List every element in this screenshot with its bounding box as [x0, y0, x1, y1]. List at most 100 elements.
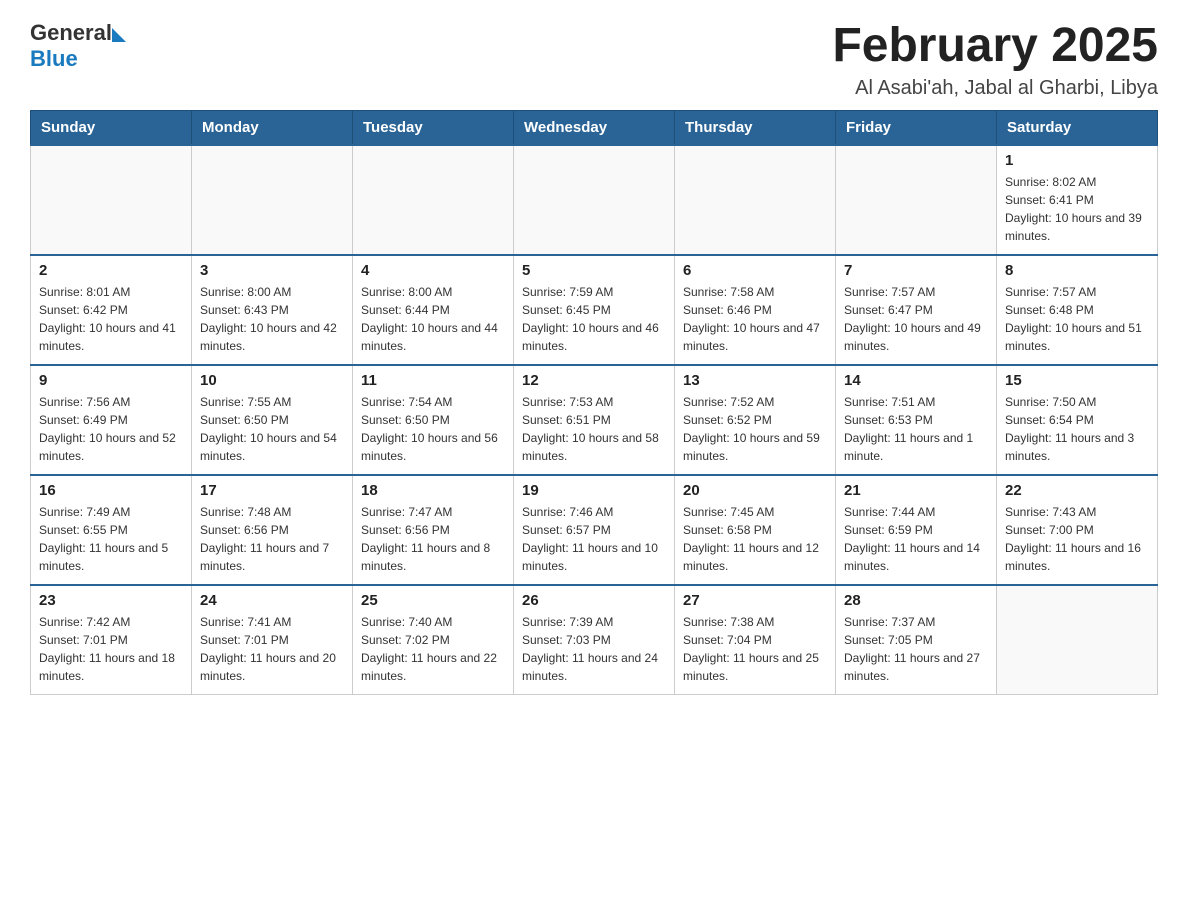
- day-number: 1: [1005, 152, 1149, 169]
- header-cell-thursday: Thursday: [675, 110, 836, 145]
- day-info: Sunrise: 7:41 AMSunset: 7:01 PMDaylight:…: [200, 613, 344, 685]
- calendar-cell: 11 Sunrise: 7:54 AMSunset: 6:50 PMDayligh…: [353, 365, 514, 475]
- day-info: Sunrise: 7:53 AMSunset: 6:51 PMDaylight:…: [522, 393, 666, 465]
- day-number: 13: [683, 372, 827, 389]
- day-info: Sunrise: 7:39 AMSunset: 7:03 PMDaylight:…: [522, 613, 666, 685]
- day-info: Sunrise: 7:40 AMSunset: 7:02 PMDaylight:…: [361, 613, 505, 685]
- day-number: 4: [361, 262, 505, 279]
- logo-triangle-icon: [112, 28, 126, 42]
- month-title: February 2025: [832, 20, 1158, 73]
- day-info: Sunrise: 7:48 AMSunset: 6:56 PMDaylight:…: [200, 503, 344, 575]
- calendar-cell: 13 Sunrise: 7:52 AMSunset: 6:52 PMDayligh…: [675, 365, 836, 475]
- day-number: 11: [361, 372, 505, 389]
- calendar-cell: 8 Sunrise: 7:57 AMSunset: 6:48 PMDaylight…: [997, 255, 1158, 365]
- day-number: 24: [200, 592, 344, 609]
- calendar-cell: 27 Sunrise: 7:38 AMSunset: 7:04 PMDayligh…: [675, 585, 836, 695]
- calendar-cell: 23 Sunrise: 7:42 AMSunset: 7:01 PMDayligh…: [31, 585, 192, 695]
- calendar-cell: 26 Sunrise: 7:39 AMSunset: 7:03 PMDayligh…: [514, 585, 675, 695]
- calendar-cell: 1Sunrise: 8:02 AMSunset: 6:41 PMDaylight…: [997, 145, 1158, 255]
- calendar-cell: 28 Sunrise: 7:37 AMSunset: 7:05 PMDayligh…: [836, 585, 997, 695]
- day-number: 12: [522, 372, 666, 389]
- day-info: Sunrise: 7:44 AMSunset: 6:59 PMDaylight:…: [844, 503, 988, 575]
- day-number: 2: [39, 262, 183, 279]
- day-info: Sunrise: 7:43 AMSunset: 7:00 PMDaylight:…: [1005, 503, 1149, 575]
- day-number: 14: [844, 372, 988, 389]
- calendar-cell: [836, 145, 997, 255]
- day-info: Sunrise: 7:59 AMSunset: 6:45 PMDaylight:…: [522, 283, 666, 355]
- calendar-cell: 12 Sunrise: 7:53 AMSunset: 6:51 PMDayligh…: [514, 365, 675, 475]
- day-info: Sunrise: 7:50 AMSunset: 6:54 PMDaylight:…: [1005, 393, 1149, 465]
- day-number: 19: [522, 482, 666, 499]
- calendar-week-5: 23 Sunrise: 7:42 AMSunset: 7:01 PMDayligh…: [31, 585, 1158, 695]
- day-number: 20: [683, 482, 827, 499]
- day-number: 3: [200, 262, 344, 279]
- calendar-week-2: 2 Sunrise: 8:01 AMSunset: 6:42 PMDaylight…: [31, 255, 1158, 365]
- day-number: 15: [1005, 372, 1149, 389]
- day-number: 23: [39, 592, 183, 609]
- header-cell-wednesday: Wednesday: [514, 110, 675, 145]
- day-number: 9: [39, 372, 183, 389]
- day-number: 17: [200, 482, 344, 499]
- location-subtitle: Al Asabi'ah, Jabal al Gharbi, Libya: [832, 77, 1158, 100]
- calendar-header: SundayMondayTuesdayWednesdayThursdayFrid…: [31, 110, 1158, 145]
- day-info: Sunrise: 7:37 AMSunset: 7:05 PMDaylight:…: [844, 613, 988, 685]
- calendar-cell: [514, 145, 675, 255]
- calendar-cell: 6Sunrise: 7:58 AMSunset: 6:46 PMDaylight…: [675, 255, 836, 365]
- calendar-cell: 22 Sunrise: 7:43 AMSunset: 7:00 PMDayligh…: [997, 475, 1158, 585]
- calendar-cell: 15 Sunrise: 7:50 AMSunset: 6:54 PMDayligh…: [997, 365, 1158, 475]
- day-info: Sunrise: 7:45 AMSunset: 6:58 PMDaylight:…: [683, 503, 827, 575]
- calendar-week-4: 16Sunrise: 7:49 AMSunset: 6:55 PMDayligh…: [31, 475, 1158, 585]
- day-number: 27: [683, 592, 827, 609]
- day-number: 5: [522, 262, 666, 279]
- day-number: 22: [1005, 482, 1149, 499]
- calendar-cell: 4 Sunrise: 8:00 AMSunset: 6:44 PMDaylight…: [353, 255, 514, 365]
- calendar-cell: 17 Sunrise: 7:48 AMSunset: 6:56 PMDayligh…: [192, 475, 353, 585]
- day-info: Sunrise: 7:54 AMSunset: 6:50 PMDaylight:…: [361, 393, 505, 465]
- day-info: Sunrise: 7:38 AMSunset: 7:04 PMDaylight:…: [683, 613, 827, 685]
- calendar-cell: 16Sunrise: 7:49 AMSunset: 6:55 PMDayligh…: [31, 475, 192, 585]
- day-number: 28: [844, 592, 988, 609]
- day-info: Sunrise: 7:52 AMSunset: 6:52 PMDaylight:…: [683, 393, 827, 465]
- calendar-cell: [31, 145, 192, 255]
- calendar-week-1: 1Sunrise: 8:02 AMSunset: 6:41 PMDaylight…: [31, 145, 1158, 255]
- day-info: Sunrise: 7:49 AMSunset: 6:55 PMDaylight:…: [39, 503, 183, 575]
- day-info: Sunrise: 7:46 AMSunset: 6:57 PMDaylight:…: [522, 503, 666, 575]
- logo-blue-text: Blue: [30, 46, 78, 72]
- calendar-cell: 14 Sunrise: 7:51 AMSunset: 6:53 PMDayligh…: [836, 365, 997, 475]
- header-cell-tuesday: Tuesday: [353, 110, 514, 145]
- calendar-cell: 21Sunrise: 7:44 AMSunset: 6:59 PMDayligh…: [836, 475, 997, 585]
- day-number: 8: [1005, 262, 1149, 279]
- calendar-cell: [675, 145, 836, 255]
- calendar-body: 1Sunrise: 8:02 AMSunset: 6:41 PMDaylight…: [31, 145, 1158, 695]
- day-info: Sunrise: 7:57 AMSunset: 6:48 PMDaylight:…: [1005, 283, 1149, 355]
- day-number: 6: [683, 262, 827, 279]
- calendar-cell: 5 Sunrise: 7:59 AMSunset: 6:45 PMDaylight…: [514, 255, 675, 365]
- day-number: 26: [522, 592, 666, 609]
- day-info: Sunrise: 8:00 AMSunset: 6:43 PMDaylight:…: [200, 283, 344, 355]
- header-cell-friday: Friday: [836, 110, 997, 145]
- day-info: Sunrise: 8:01 AMSunset: 6:42 PMDaylight:…: [39, 283, 183, 355]
- calendar-cell: [997, 585, 1158, 695]
- calendar-cell: 18Sunrise: 7:47 AMSunset: 6:56 PMDayligh…: [353, 475, 514, 585]
- day-info: Sunrise: 7:42 AMSunset: 7:01 PMDaylight:…: [39, 613, 183, 685]
- day-info: Sunrise: 7:51 AMSunset: 6:53 PMDaylight:…: [844, 393, 988, 465]
- day-number: 7: [844, 262, 988, 279]
- calendar-cell: 7 Sunrise: 7:57 AMSunset: 6:47 PMDaylight…: [836, 255, 997, 365]
- calendar-cell: 2 Sunrise: 8:01 AMSunset: 6:42 PMDaylight…: [31, 255, 192, 365]
- header-cell-monday: Monday: [192, 110, 353, 145]
- header-row: SundayMondayTuesdayWednesdayThursdayFrid…: [31, 110, 1158, 145]
- page-header: General Blue February 2025 Al Asabi'ah, …: [30, 20, 1158, 100]
- day-info: Sunrise: 7:55 AMSunset: 6:50 PMDaylight:…: [200, 393, 344, 465]
- day-info: Sunrise: 8:00 AMSunset: 6:44 PMDaylight:…: [361, 283, 505, 355]
- day-info: Sunrise: 7:57 AMSunset: 6:47 PMDaylight:…: [844, 283, 988, 355]
- day-info: Sunrise: 7:47 AMSunset: 6:56 PMDaylight:…: [361, 503, 505, 575]
- header-cell-sunday: Sunday: [31, 110, 192, 145]
- day-number: 10: [200, 372, 344, 389]
- calendar-table: SundayMondayTuesdayWednesdayThursdayFrid…: [30, 110, 1158, 696]
- logo: General Blue: [30, 20, 126, 72]
- calendar-cell: 9 Sunrise: 7:56 AMSunset: 6:49 PMDaylight…: [31, 365, 192, 475]
- calendar-cell: 24 Sunrise: 7:41 AMSunset: 7:01 PMDayligh…: [192, 585, 353, 695]
- header-cell-saturday: Saturday: [997, 110, 1158, 145]
- calendar-cell: 25Sunrise: 7:40 AMSunset: 7:02 PMDayligh…: [353, 585, 514, 695]
- day-info: Sunrise: 7:56 AMSunset: 6:49 PMDaylight:…: [39, 393, 183, 465]
